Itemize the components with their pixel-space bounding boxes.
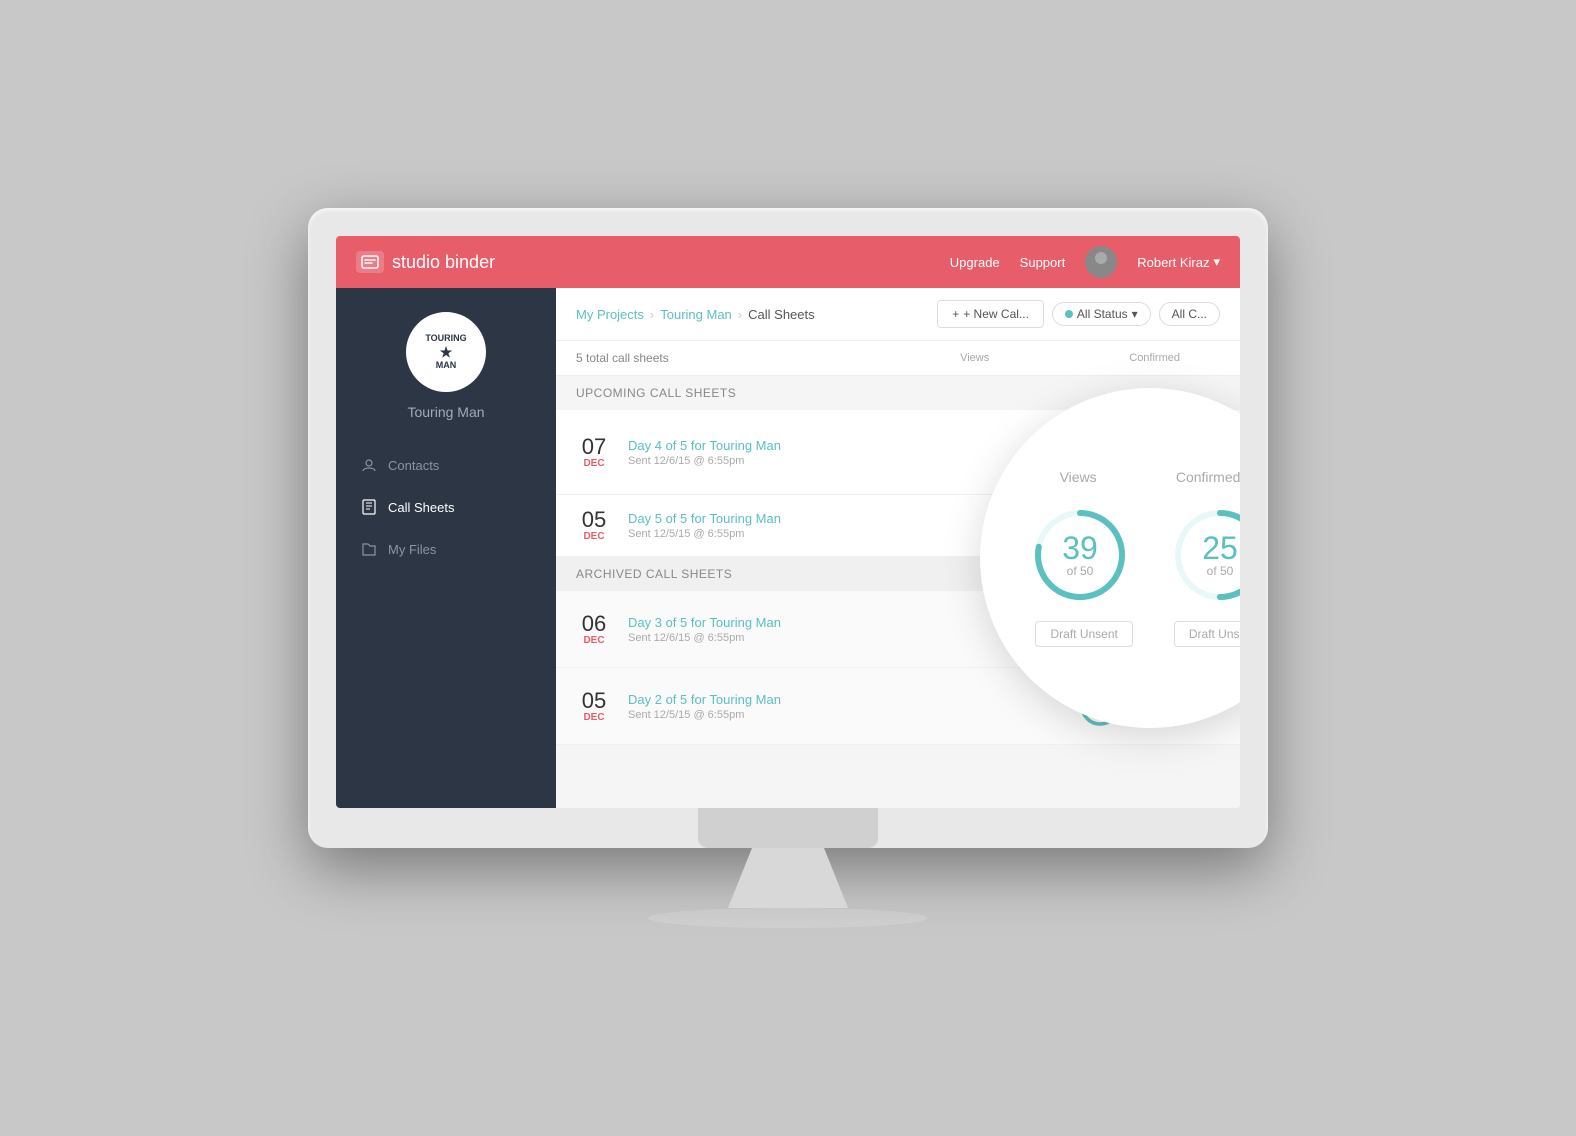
studiobinder-logo-icon: [356, 251, 384, 273]
archived-call-title-2[interactable]: Day 2 of 5 for Touring Man: [628, 692, 1060, 707]
all-status-dropdown[interactable]: All Status ▾: [1052, 302, 1151, 326]
main-content: My Projects › Touring Man › Call Sheets …: [556, 288, 1240, 808]
new-call-plus-icon: +: [952, 307, 959, 321]
zoom-views-label: Views: [1060, 469, 1097, 485]
zoom-confirmed-denom: of 50: [1202, 564, 1238, 578]
zoom-badge-1: Draft Unsent: [1035, 621, 1132, 647]
monitor-screen: studio binder Upgrade Support Robert Kir…: [336, 236, 1240, 808]
call-title-1[interactable]: Day 4 of 5 for Touring Man: [628, 438, 1044, 453]
monitor-body: studio binder Upgrade Support Robert Kir…: [308, 208, 1268, 848]
breadcrumb-sep1: ›: [650, 307, 654, 322]
archived-call-info-2: Day 2 of 5 for Touring Man Sent 12/5/15 …: [628, 692, 1060, 721]
all-status-label: All Status: [1077, 307, 1128, 321]
project-logo-text: TOURING ★ MAN: [425, 333, 466, 371]
date-month-2: DEC: [576, 531, 612, 542]
project-name: Touring Man: [407, 404, 484, 420]
zoom-confirmed-circle: 25 of 50: [1170, 505, 1240, 605]
user-chevron-icon: ▾: [1213, 254, 1220, 270]
zoom-views-number: 39: [1062, 532, 1098, 564]
breadcrumb-bar: My Projects › Touring Man › Call Sheets …: [556, 288, 1240, 341]
app-body: TOURING ★ MAN Touring Man Contacts: [336, 288, 1240, 808]
archived-call-sent-1: Sent 12/6/15 @ 6:55pm: [628, 632, 1060, 644]
call-info-1: Day 4 of 5 for Touring Man Sent 12/6/15 …: [628, 438, 1044, 467]
project-logo: TOURING ★ MAN: [406, 312, 486, 392]
zoom-confirmed-number: 25: [1202, 532, 1238, 564]
breadcrumb: My Projects › Touring Man › Call Sheets: [576, 307, 815, 322]
status-dot-icon: [1065, 310, 1073, 318]
monitor-stand-top: [698, 808, 878, 848]
user-name-label: Robert Kiraz: [1137, 255, 1209, 270]
sidebar-myfiles-label: My Files: [388, 542, 436, 557]
new-call-button[interactable]: + + New Cal...: [937, 300, 1044, 328]
archived-date-day-2: 05: [576, 690, 612, 712]
zoom-badges-row: Draft Unsent Draft Uns...: [1020, 621, 1240, 647]
archived-date-day-1: 06: [576, 613, 612, 635]
call-title-2[interactable]: Day 5 of 5 for Touring Man: [628, 511, 989, 526]
zoom-col-headers: Views Confirmed: [1020, 469, 1240, 485]
all-dates-label: All C...: [1172, 307, 1207, 321]
zoom-metrics-row: 39 of 50: [1020, 505, 1240, 605]
sidebar-item-callsheets[interactable]: Call Sheets: [336, 486, 556, 528]
sidebar-callsheets-label: Call Sheets: [388, 500, 454, 515]
header-right: Upgrade Support Robert Kiraz ▾: [950, 246, 1220, 278]
zoom-views-text: 39 of 50: [1062, 532, 1098, 578]
zoom-views-denom: of 50: [1062, 564, 1098, 578]
archived-date-month-2: DEC: [576, 712, 612, 723]
date-block-2: 05 DEC: [576, 509, 612, 542]
sidebar-item-myfiles[interactable]: My Files: [336, 528, 556, 570]
breadcrumb-current: Call Sheets: [748, 307, 814, 322]
date-block-1: 07 DEC: [576, 436, 612, 469]
archived-call-sent-2: Sent 12/5/15 @ 6:55pm: [628, 709, 1060, 721]
user-menu[interactable]: Robert Kiraz ▾: [1137, 254, 1220, 270]
breadcrumb-project[interactable]: Touring Man: [660, 307, 732, 322]
zoom-badge-2: Draft Uns...: [1174, 621, 1240, 647]
filter-right: Views Confirmed: [960, 352, 1220, 364]
breadcrumb-sep2: ›: [738, 307, 742, 322]
all-dates-dropdown[interactable]: All C...: [1159, 302, 1220, 326]
sidebar-item-contacts[interactable]: Contacts: [336, 444, 556, 486]
upgrade-link[interactable]: Upgrade: [950, 255, 1000, 270]
logo-area: studio binder: [356, 251, 495, 273]
support-link[interactable]: Support: [1020, 255, 1066, 270]
date-month-1: DEC: [576, 458, 612, 469]
callsheets-icon: [360, 498, 378, 516]
monitor-stand-base: [648, 908, 928, 928]
sidebar-nav: Contacts Call Sheets My Fi: [336, 444, 556, 570]
call-info-2: Day 5 of 5 for Touring Man Sent 12/5/15 …: [628, 511, 989, 540]
archived-date-block-1: 06 DEC: [576, 613, 612, 646]
col-views-header: Views: [960, 352, 989, 364]
col-confirmed-header: Confirmed: [1129, 352, 1180, 364]
call-sent-1: Sent 12/6/15 @ 6:55pm: [628, 455, 1044, 467]
total-count: 5 total call sheets: [576, 351, 669, 365]
new-call-label: + New Cal...: [963, 307, 1029, 321]
monitor-stand-neck: [728, 848, 848, 908]
zoom-views-circle: 39 of 50: [1030, 505, 1130, 605]
filter-bar: 5 total call sheets Views Confirmed: [556, 341, 1240, 376]
contacts-icon: [360, 456, 378, 474]
date-day-2: 05: [576, 509, 612, 531]
sidebar-contacts-label: Contacts: [388, 458, 439, 473]
myfiles-icon: [360, 540, 378, 558]
archived-date-block-2: 05 DEC: [576, 690, 612, 723]
app-title: studio binder: [392, 252, 495, 273]
call-sent-2: Sent 12/5/15 @ 6:55pm: [628, 528, 989, 540]
zoom-confirmed-label: Confirmed: [1176, 469, 1240, 485]
breadcrumb-myprojects[interactable]: My Projects: [576, 307, 644, 322]
zoom-confirmed-text: 25 of 50: [1202, 532, 1238, 578]
archived-date-month-1: DEC: [576, 635, 612, 646]
app-header: studio binder Upgrade Support Robert Kir…: [336, 236, 1240, 288]
all-status-chevron-icon: ▾: [1132, 307, 1138, 321]
sidebar: TOURING ★ MAN Touring Man Contacts: [336, 288, 556, 808]
date-day-1: 07: [576, 436, 612, 458]
avatar: [1085, 246, 1117, 278]
